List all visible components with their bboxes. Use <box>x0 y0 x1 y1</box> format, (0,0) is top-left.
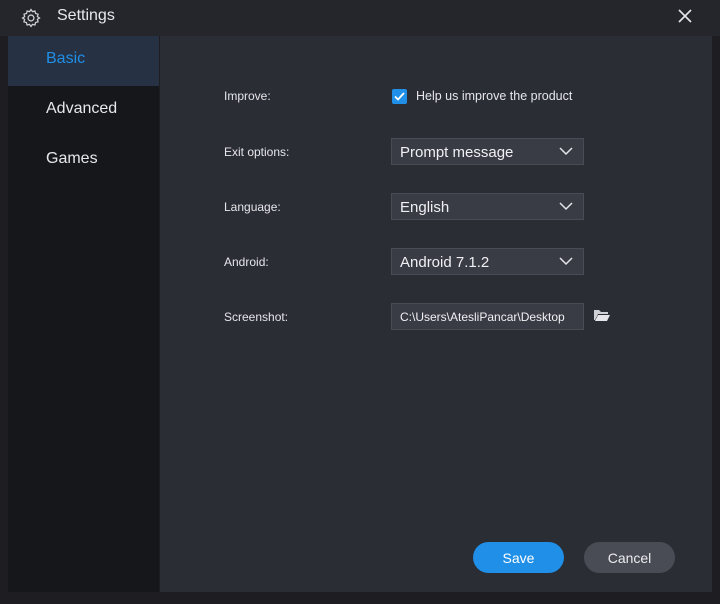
cancel-button[interactable]: Cancel <box>584 542 675 573</box>
android-version-select[interactable]: Android 7.1.2 <box>391 248 584 275</box>
improve-label: Improve: <box>224 89 271 103</box>
chevron-down-icon <box>559 202 573 211</box>
window-title: Settings <box>57 7 115 24</box>
android-version-value: Android 7.1.2 <box>400 254 490 271</box>
gear-icon <box>21 8 41 28</box>
exit-options-label: Exit options: <box>224 145 290 159</box>
folder-open-icon[interactable] <box>593 308 611 322</box>
title-bar: Settings <box>0 0 720 36</box>
language-value: English <box>400 199 450 216</box>
settings-window: Settings Basic Advanced Games Improve: H… <box>0 0 720 604</box>
screenshot-path-value: C:\Users\AtesliPancar\Desktop <box>400 310 565 324</box>
close-icon <box>678 9 692 23</box>
sidebar-item-basic[interactable]: Basic <box>8 36 159 86</box>
sidebar-item-label: Basic <box>46 50 86 67</box>
improve-checkbox[interactable] <box>392 89 407 104</box>
sidebar-item-label: Advanced <box>46 100 118 117</box>
exit-options-value: Prompt message <box>400 144 514 161</box>
language-select[interactable]: English <box>391 193 584 220</box>
android-label: Android: <box>224 255 269 269</box>
improve-checkbox-label[interactable]: Help us improve the product <box>416 89 572 103</box>
language-label: Language: <box>224 200 281 214</box>
chevron-down-icon <box>559 257 573 266</box>
settings-panel: Improve: Help us improve the product Exi… <box>160 36 712 592</box>
screenshot-path-input[interactable]: C:\Users\AtesliPancar\Desktop <box>391 303 584 330</box>
exit-options-select[interactable]: Prompt message <box>391 138 584 165</box>
close-button[interactable] <box>672 3 698 29</box>
checkmark-icon <box>394 92 405 101</box>
sidebar-item-advanced[interactable]: Advanced <box>8 86 159 136</box>
sidebar-item-label: Games <box>46 150 98 167</box>
screenshot-label: Screenshot: <box>224 310 289 324</box>
sidebar-item-games[interactable]: Games <box>8 136 159 186</box>
sidebar: Basic Advanced Games <box>8 36 159 592</box>
chevron-down-icon <box>559 147 573 156</box>
save-button[interactable]: Save <box>473 542 564 573</box>
